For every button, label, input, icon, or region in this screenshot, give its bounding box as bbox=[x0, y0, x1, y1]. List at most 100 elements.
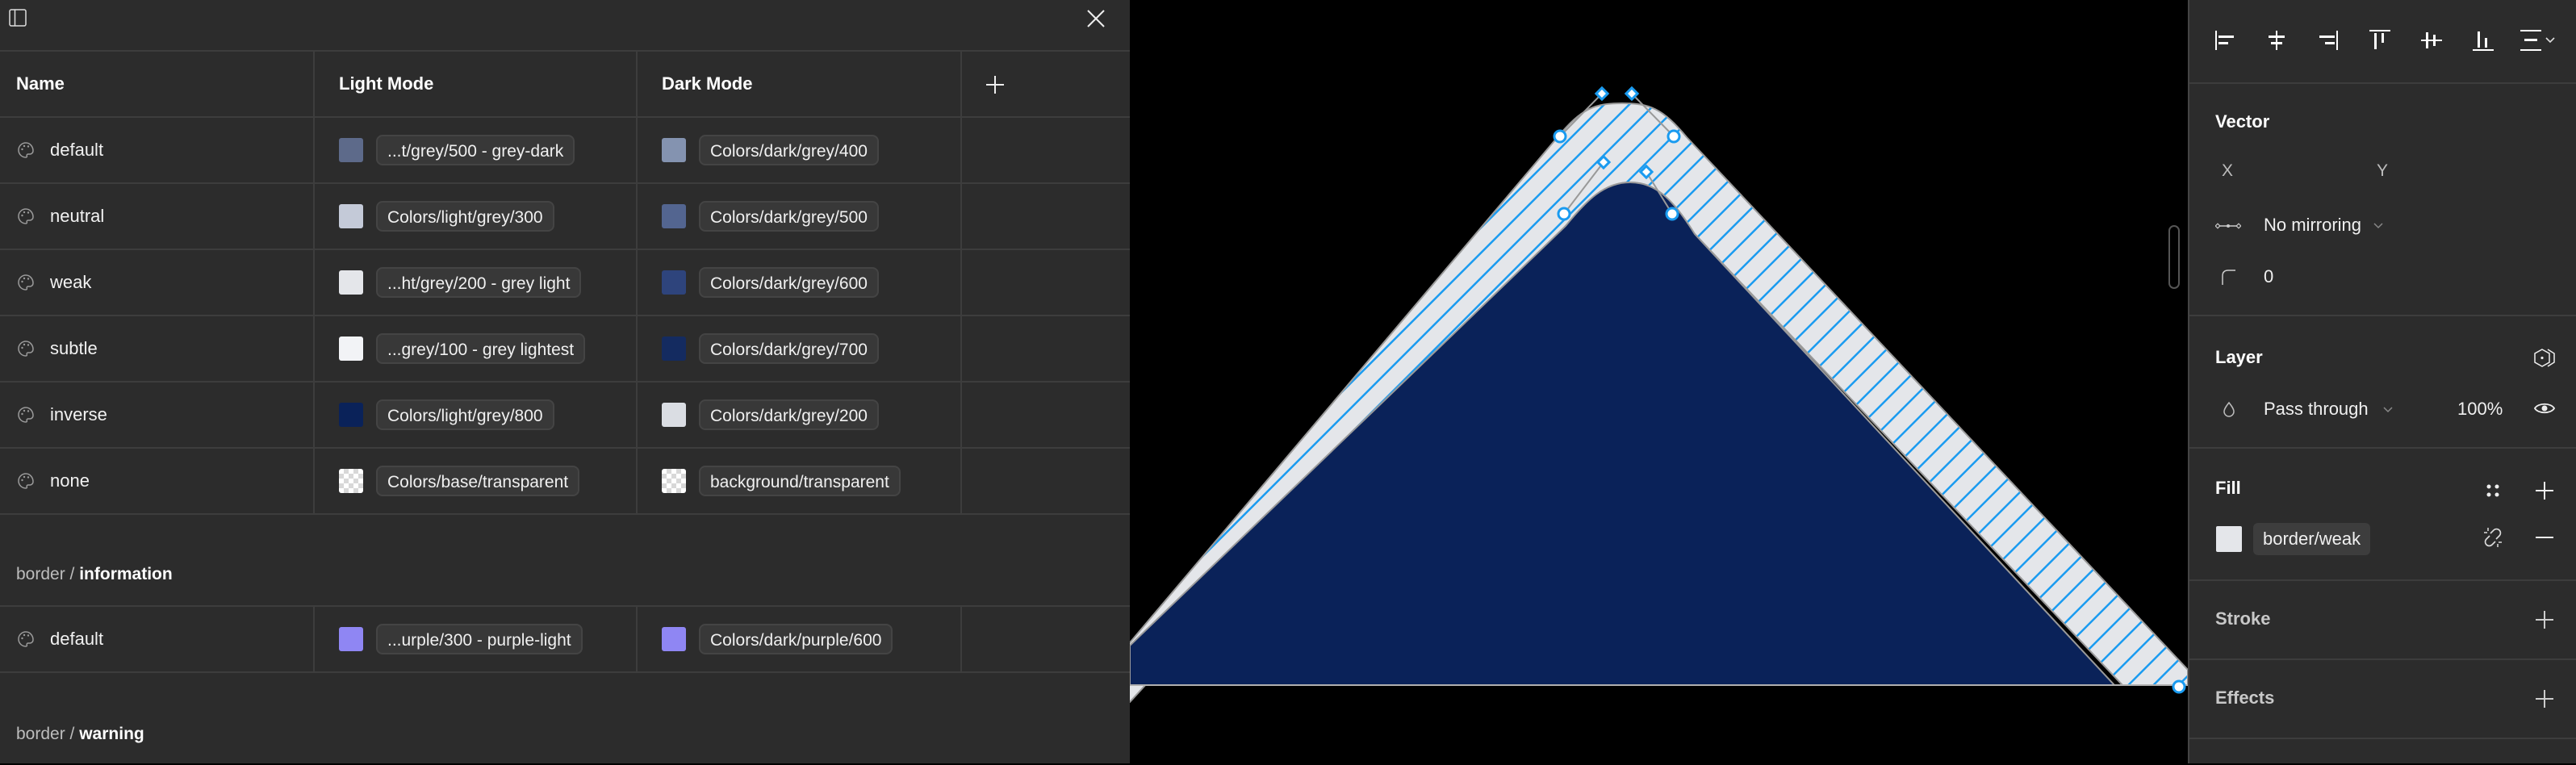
light-mode-value[interactable]: Colors/light/grey/800 bbox=[376, 399, 554, 430]
dark-color-swatch[interactable] bbox=[662, 469, 686, 493]
vector-shape[interactable] bbox=[1130, 0, 2188, 763]
dark-color-swatch[interactable] bbox=[662, 138, 686, 162]
fill-section: Fill bbox=[2189, 449, 2576, 581]
dark-mode-value[interactable]: background/transparent bbox=[699, 466, 901, 496]
design-canvas[interactable] bbox=[1130, 0, 2188, 763]
anchor-point[interactable] bbox=[1557, 207, 1571, 221]
column-header-light-mode[interactable]: Light Mode bbox=[339, 73, 433, 94]
vector-title: Vector bbox=[2215, 111, 2270, 132]
chevron-down-icon[interactable] bbox=[2372, 219, 2385, 232]
mirroring-icon bbox=[2215, 223, 2241, 229]
add-effect-icon[interactable] bbox=[2533, 688, 2556, 710]
variable-name[interactable]: weak bbox=[50, 272, 91, 293]
light-color-swatch[interactable] bbox=[339, 270, 363, 295]
eye-icon[interactable] bbox=[2533, 397, 2556, 420]
color-variable-icon bbox=[18, 407, 34, 423]
table-row[interactable]: weak ...ht/grey/200 - grey light Colors/… bbox=[0, 250, 1130, 316]
anchor-point[interactable] bbox=[1665, 207, 1679, 221]
dark-mode-value[interactable]: Colors/dark/grey/400 bbox=[699, 135, 879, 165]
dark-mode-value[interactable]: Colors/dark/grey/500 bbox=[699, 201, 879, 232]
group-header-label: border / warning bbox=[16, 725, 144, 744]
light-mode-value[interactable]: Colors/base/transparent bbox=[376, 466, 580, 496]
dark-color-swatch[interactable] bbox=[662, 337, 686, 361]
variable-name[interactable]: none bbox=[50, 470, 90, 491]
table-row[interactable]: default ...t/grey/500 - grey-dark Colors… bbox=[0, 118, 1130, 184]
table-row[interactable]: subtle ...grey/100 - grey lightest Color… bbox=[0, 316, 1130, 382]
align-top-icon[interactable] bbox=[2369, 29, 2391, 52]
effects-section: Effects bbox=[2189, 660, 2576, 739]
remove-fill-icon[interactable] bbox=[2533, 526, 2556, 549]
distribute-menu-icon[interactable] bbox=[2519, 29, 2559, 52]
light-color-swatch[interactable] bbox=[339, 138, 363, 162]
corner-radius-icon bbox=[2222, 270, 2235, 285]
group-header[interactable]: border / warning bbox=[0, 673, 1130, 765]
align-right-icon[interactable] bbox=[2317, 29, 2340, 52]
light-color-swatch[interactable] bbox=[339, 337, 363, 361]
column-header-dark-mode[interactable]: Dark Mode bbox=[662, 73, 752, 94]
component-layer-icon[interactable] bbox=[2533, 347, 2556, 370]
light-color-swatch[interactable] bbox=[339, 469, 363, 493]
add-mode-button[interactable] bbox=[986, 76, 1004, 94]
light-mode-value[interactable]: ...urple/300 - purple-light bbox=[376, 624, 583, 654]
table-row[interactable]: default ...urple/300 - purple-light Colo… bbox=[0, 607, 1130, 673]
color-variable-icon bbox=[18, 631, 34, 647]
variable-name[interactable]: default bbox=[50, 140, 103, 161]
light-mode-value[interactable]: ...ht/grey/200 - grey light bbox=[376, 267, 582, 298]
add-fill-icon[interactable] bbox=[2533, 479, 2556, 502]
group-name: information bbox=[79, 565, 173, 583]
anchor-point[interactable] bbox=[1666, 129, 1681, 144]
table-header: Name Light Mode Dark Mode bbox=[0, 52, 1130, 118]
corner-radius-value[interactable]: 0 bbox=[2264, 266, 2273, 287]
light-mode-value[interactable]: ...t/grey/500 - grey-dark bbox=[376, 135, 575, 165]
sidebar-toggle-icon[interactable] bbox=[8, 8, 27, 27]
dark-mode-value[interactable]: Colors/dark/purple/600 bbox=[699, 624, 893, 654]
stroke-section: Stroke bbox=[2189, 581, 2576, 660]
align-horizontal-center-icon[interactable] bbox=[2265, 29, 2288, 52]
light-color-swatch[interactable] bbox=[339, 627, 363, 651]
dark-mode-value[interactable]: Colors/dark/grey/700 bbox=[699, 333, 879, 364]
dark-color-swatch[interactable] bbox=[662, 270, 686, 295]
variable-name[interactable]: default bbox=[50, 629, 103, 650]
align-toolbar bbox=[2189, 0, 2576, 84]
light-color-swatch[interactable] bbox=[339, 204, 363, 228]
inspector-panel: Vector X Y No mirroring 0 Layer Pass thr… bbox=[2188, 0, 2576, 763]
light-mode-value[interactable]: Colors/light/grey/300 bbox=[376, 201, 554, 232]
group-header[interactable]: border / information bbox=[0, 515, 1130, 607]
add-stroke-icon[interactable] bbox=[2533, 608, 2556, 631]
blend-mode-icon bbox=[2223, 401, 2235, 417]
canvas-scrollbar[interactable] bbox=[2168, 225, 2180, 289]
table-row[interactable]: inverse Colors/light/grey/800 Colors/dar… bbox=[0, 382, 1130, 449]
y-label: Y bbox=[2377, 161, 2389, 180]
variable-name[interactable]: inverse bbox=[50, 404, 107, 425]
anchor-point[interactable] bbox=[1553, 129, 1567, 144]
light-color-swatch[interactable] bbox=[339, 403, 363, 427]
layer-section: Layer Pass through 100% bbox=[2189, 316, 2576, 449]
dark-color-swatch[interactable] bbox=[662, 403, 686, 427]
light-mode-value[interactable]: ...grey/100 - grey lightest bbox=[376, 333, 586, 364]
color-variable-icon bbox=[18, 341, 34, 357]
close-icon[interactable] bbox=[1085, 8, 1106, 29]
blend-mode-dropdown[interactable]: Pass through bbox=[2264, 399, 2369, 420]
variables-panel: Name Light Mode Dark Mode default ...t/g… bbox=[0, 0, 1130, 763]
dark-mode-value[interactable]: Colors/dark/grey/600 bbox=[699, 267, 879, 298]
table-row[interactable]: neutral Colors/light/grey/300 Colors/dar… bbox=[0, 184, 1130, 250]
fill-color-swatch[interactable] bbox=[2216, 526, 2242, 552]
dark-mode-value[interactable]: Colors/dark/grey/200 bbox=[699, 399, 879, 430]
align-vertical-center-icon[interactable] bbox=[2420, 29, 2443, 52]
anchor-point[interactable] bbox=[2172, 679, 2186, 694]
table-row[interactable]: none Colors/base/transparent background/… bbox=[0, 449, 1130, 515]
chevron-down-icon[interactable] bbox=[2382, 403, 2394, 416]
style-grid-icon[interactable] bbox=[2482, 479, 2504, 502]
mirroring-dropdown[interactable]: No mirroring bbox=[2264, 215, 2361, 236]
layer-title: Layer bbox=[2215, 347, 2263, 367]
align-bottom-icon[interactable] bbox=[2472, 29, 2494, 52]
fill-style-name[interactable]: border/weak bbox=[2253, 523, 2371, 555]
opacity-value[interactable]: 100% bbox=[2457, 399, 2503, 420]
dark-color-swatch[interactable] bbox=[662, 204, 686, 228]
color-variable-icon bbox=[18, 274, 34, 291]
dark-color-swatch[interactable] bbox=[662, 627, 686, 651]
variable-name[interactable]: neutral bbox=[50, 206, 104, 227]
variable-name[interactable]: subtle bbox=[50, 338, 98, 359]
detach-style-icon[interactable] bbox=[2482, 526, 2504, 549]
align-left-icon[interactable] bbox=[2214, 29, 2236, 52]
